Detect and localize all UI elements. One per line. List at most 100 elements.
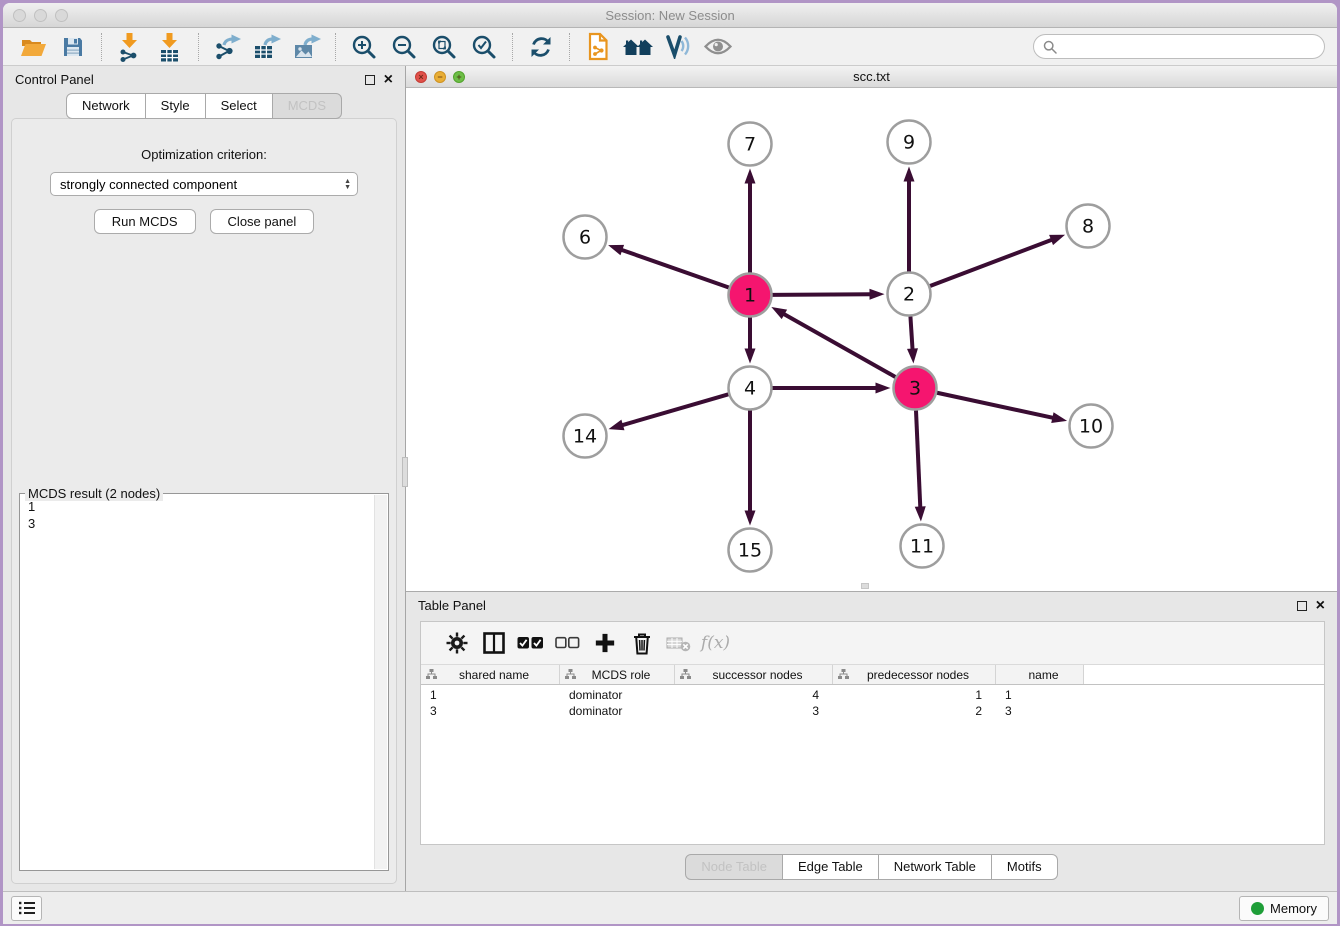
panel-divider-grip[interactable] [402, 457, 408, 487]
zoom-window-button[interactable] [55, 9, 68, 22]
result-scrollbar[interactable] [374, 495, 387, 869]
network-frame-titlebar[interactable]: × − + scc.txt [406, 66, 1337, 88]
column-header-MCDS-role[interactable]: MCDS role [560, 665, 675, 684]
toolbar-separator [101, 33, 102, 61]
graph-edge-arrowhead [745, 169, 756, 184]
save-session-icon[interactable] [56, 31, 90, 63]
table-cell[interactable]: 1 [833, 688, 996, 702]
table-cell[interactable]: 4 [675, 688, 833, 702]
criterion-value: strongly connected component [60, 177, 344, 192]
graph-node-label: 14 [573, 426, 597, 448]
graph-edge[interactable] [916, 410, 920, 509]
graph-edge-arrowhead [745, 511, 756, 526]
settings-icon[interactable] [438, 626, 475, 660]
minimize-window-button[interactable] [34, 9, 47, 22]
network-close-button[interactable]: × [415, 71, 427, 83]
toolbar-separator [569, 33, 570, 61]
tab-edge-table[interactable]: Edge Table [783, 854, 879, 880]
table-cell[interactable]: 3 [421, 704, 560, 718]
run-mcds-button[interactable]: Run MCDS [94, 209, 196, 234]
vizmapper-icon[interactable] [661, 31, 695, 63]
criterion-select[interactable]: strongly connected component ▲▼ [50, 172, 358, 196]
delete-row-icon[interactable] [623, 626, 660, 660]
graph-edge[interactable] [910, 316, 912, 351]
tab-style[interactable]: Style [146, 93, 206, 119]
graph-edge-arrowhead [907, 348, 918, 363]
network-minimize-button[interactable]: − [434, 71, 446, 83]
toggle-column-view-icon[interactable] [475, 626, 512, 660]
graph-edge[interactable] [620, 394, 728, 426]
tab-mcds[interactable]: MCDS [273, 93, 342, 119]
export-table-icon[interactable] [250, 31, 284, 63]
zoom-fit-icon[interactable] [427, 31, 461, 63]
delete-table-icon[interactable] [660, 626, 697, 660]
table-row[interactable]: 1dominator411 [421, 687, 1324, 703]
window-title: Session: New Session [3, 3, 1337, 28]
close-table-panel-icon[interactable]: × [1316, 601, 1325, 611]
search-input[interactable] [1062, 39, 1324, 54]
graph-node-label: 4 [744, 378, 756, 400]
table-cell[interactable]: 1 [421, 688, 560, 702]
table-body: 1dominator4113dominator323 [421, 685, 1324, 844]
import-table-icon[interactable] [153, 31, 187, 63]
table-cell[interactable]: dominator [560, 688, 675, 702]
network-canvas[interactable]: 7968124314101511 [406, 88, 1337, 591]
graph-edge[interactable] [930, 239, 1054, 286]
network-from-selection-icon[interactable] [581, 31, 615, 63]
zoom-in-icon[interactable] [347, 31, 381, 63]
graph-node-label: 3 [909, 378, 921, 400]
add-row-icon[interactable] [586, 626, 623, 660]
graph-edge[interactable] [772, 294, 872, 295]
column-header-predecessor-nodes[interactable]: predecessor nodes [833, 665, 996, 684]
tab-network[interactable]: Network [66, 93, 146, 119]
select-stepper-icon: ▲▼ [344, 179, 351, 190]
import-network-icon[interactable] [113, 31, 147, 63]
splitter-grip[interactable] [861, 583, 869, 589]
tab-node-table[interactable]: Node Table [685, 854, 783, 880]
memory-button[interactable]: Memory [1239, 896, 1329, 921]
column-header-name[interactable]: name [996, 665, 1084, 684]
graph-edge[interactable] [619, 249, 728, 287]
float-panel-icon[interactable] [365, 75, 375, 85]
column-header-shared-name[interactable]: shared name [421, 665, 560, 684]
select-all-columns-icon[interactable] [512, 626, 549, 660]
deselect-all-columns-icon[interactable] [549, 626, 586, 660]
open-session-icon[interactable] [16, 31, 50, 63]
tab-network-table[interactable]: Network Table [879, 854, 992, 880]
close-panel-button[interactable]: Close panel [210, 209, 315, 234]
tab-motifs[interactable]: Motifs [992, 854, 1058, 880]
table-cell[interactable]: 1 [996, 688, 1084, 702]
toggle-visibility-icon[interactable] [701, 31, 735, 63]
network-maximize-button[interactable]: + [453, 71, 465, 83]
control-panel-title: Control Panel [15, 72, 94, 87]
export-network-icon[interactable] [210, 31, 244, 63]
function-builder-icon[interactable]: f(x) [697, 626, 734, 660]
close-panel-icon[interactable]: × [384, 75, 393, 85]
zoom-selected-icon[interactable] [467, 31, 501, 63]
table-cell[interactable]: dominator [560, 704, 675, 718]
zoom-out-icon[interactable] [387, 31, 421, 63]
export-image-icon[interactable] [290, 31, 324, 63]
optimization-criterion-label: Optimization criterion: [12, 147, 396, 162]
graph-edge[interactable] [937, 393, 1055, 419]
table-row[interactable]: 3dominator323 [421, 703, 1324, 719]
control-panel-tabs: NetworkStyleSelectMCDS [3, 93, 405, 119]
table-cell[interactable]: 3 [675, 704, 833, 718]
table-toolbar: f(x) [421, 622, 1324, 665]
graph-edge[interactable] [782, 313, 896, 377]
tab-select[interactable]: Select [206, 93, 273, 119]
close-window-button[interactable] [13, 9, 26, 22]
column-header-successor-nodes[interactable]: successor nodes [675, 665, 833, 684]
graph-edge-arrowhead [771, 307, 787, 319]
main-toolbar [3, 28, 1337, 66]
graph-edge-arrowhead [904, 167, 915, 182]
graph-node-label: 8 [1082, 216, 1094, 238]
task-history-button[interactable] [11, 896, 42, 921]
search-field[interactable] [1033, 34, 1325, 59]
refresh-layout-icon[interactable] [524, 31, 558, 63]
graph-node-label: 10 [1079, 416, 1103, 438]
table-cell[interactable]: 2 [833, 704, 996, 718]
float-table-panel-icon[interactable] [1297, 601, 1307, 611]
table-cell[interactable]: 3 [996, 704, 1084, 718]
home-icon[interactable] [621, 31, 655, 63]
